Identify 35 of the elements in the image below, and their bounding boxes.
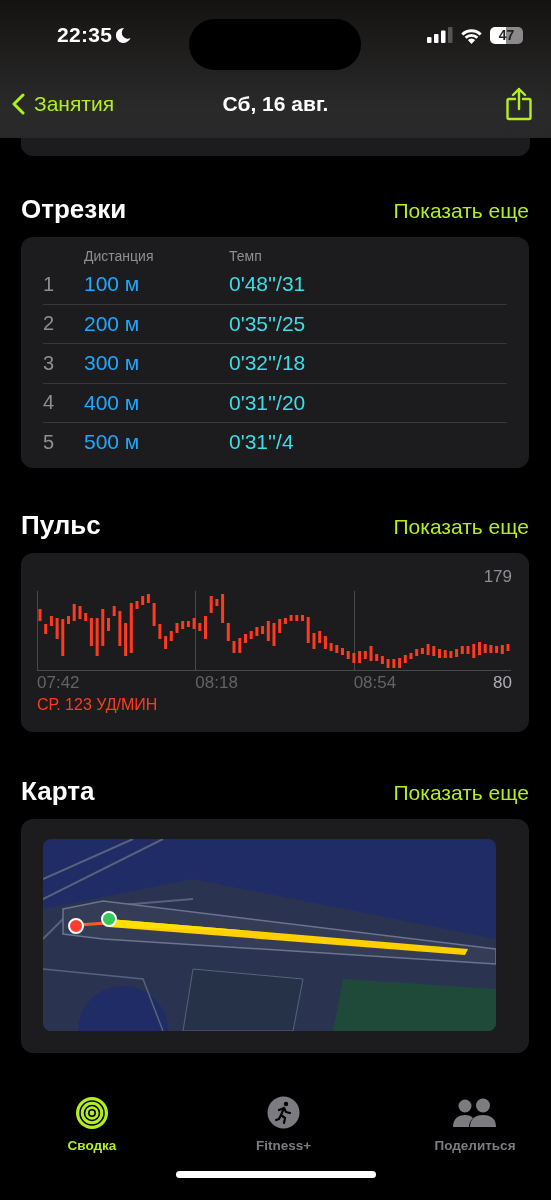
time-label: 08:54 <box>353 672 397 693</box>
split-distance: 400 м <box>84 390 141 415</box>
split-number: 3 <box>43 351 56 375</box>
section-title: Карта <box>21 775 95 807</box>
split-distance: 200 м <box>84 311 141 336</box>
time-label: 07:42 <box>37 672 81 693</box>
split-pace: 0'48''/31 <box>229 272 307 297</box>
average-heart-rate: СР. 123 УД/МИН <box>37 695 158 713</box>
min-value-label: 80 <box>493 672 512 693</box>
status-time: 22:35 <box>57 23 113 47</box>
back-button[interactable]: Занятия <box>12 92 115 116</box>
column-header: Дистанция <box>84 248 155 264</box>
split-number: 5 <box>43 430 56 454</box>
split-number: 4 <box>43 391 56 415</box>
tab[interactable]: Fitness+ <box>235 1090 332 1153</box>
split-pace: 0'31''/20 <box>229 390 307 415</box>
column-header: Темп <box>229 248 263 264</box>
show-more-link[interactable]: Показать еще <box>393 514 529 539</box>
split-distance: 100 м <box>84 272 141 297</box>
split-distance: 300 м <box>84 351 141 376</box>
split-number: 2 <box>43 312 56 336</box>
section-title: Пульс <box>21 509 101 541</box>
time-label: 08:18 <box>195 672 239 693</box>
show-more-link[interactable]: Показать еще <box>393 199 529 223</box>
section-title: Отрезки <box>21 194 127 225</box>
max-value-label: 179 <box>483 566 512 586</box>
split-pace: 0'35''/25 <box>229 311 307 336</box>
split-pace: 0'31''/4 <box>229 430 295 455</box>
nav-title: Сб, 16 авг. <box>222 92 329 115</box>
tab[interactable]: Поделиться <box>427 1090 523 1153</box>
show-more-link[interactable]: Показать еще <box>393 780 529 805</box>
split-pace: 0'32''/18 <box>229 351 307 376</box>
tab[interactable]: Сводка <box>44 1090 140 1153</box>
split-distance: 500 м <box>84 430 141 455</box>
split-number: 1 <box>43 272 56 296</box>
